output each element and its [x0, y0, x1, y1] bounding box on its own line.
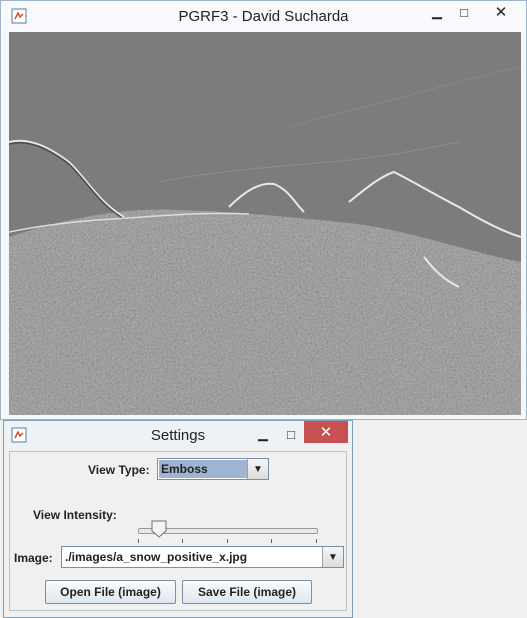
- close-button[interactable]: ✕: [479, 1, 523, 23]
- image-label: Image:: [14, 551, 53, 565]
- minimize-button[interactable]: ▁: [426, 1, 448, 23]
- emboss-rendering: [9, 32, 521, 415]
- slider-tick: [316, 539, 317, 543]
- settings-titlebar[interactable]: Settings ▁ □ ✕: [4, 421, 352, 447]
- chevron-down-icon[interactable]: ▼: [322, 547, 343, 567]
- main-titlebar[interactable]: PGRF3 - David Sucharda ▁ □ ✕: [1, 1, 526, 31]
- intensity-slider-thumb[interactable]: [151, 520, 167, 538]
- close-button[interactable]: ✕: [304, 421, 348, 443]
- slider-tick: [227, 539, 228, 543]
- embossed-image-canvas[interactable]: [9, 32, 521, 415]
- view-intensity-label: View Intensity:: [33, 508, 117, 522]
- slider-tick: [138, 539, 139, 543]
- slider-tick: [182, 539, 183, 543]
- open-file-button[interactable]: Open File (image): [45, 580, 176, 604]
- save-file-button[interactable]: Save File (image): [182, 580, 312, 604]
- view-type-value: Emboss: [159, 460, 247, 478]
- maximize-button[interactable]: □: [280, 423, 302, 445]
- main-window: PGRF3 - David Sucharda ▁ □ ✕: [0, 0, 527, 420]
- settings-dialog: Settings ▁ □ ✕ View Type: Emboss ▼ View …: [3, 420, 353, 618]
- maximize-button[interactable]: □: [453, 1, 475, 23]
- image-path-select[interactable]: ./images/a_snow_positive_x.jpg ▼: [61, 546, 344, 568]
- view-type-select[interactable]: Emboss ▼: [157, 458, 269, 480]
- minimize-button[interactable]: ▁: [252, 423, 274, 445]
- chevron-down-icon[interactable]: ▼: [247, 459, 268, 479]
- settings-panel: View Type: Emboss ▼ View Intensity: 0 25…: [9, 451, 347, 611]
- slider-tick: [271, 539, 272, 543]
- image-path-value: ./images/a_snow_positive_x.jpg: [65, 550, 248, 564]
- view-type-label: View Type:: [88, 463, 150, 477]
